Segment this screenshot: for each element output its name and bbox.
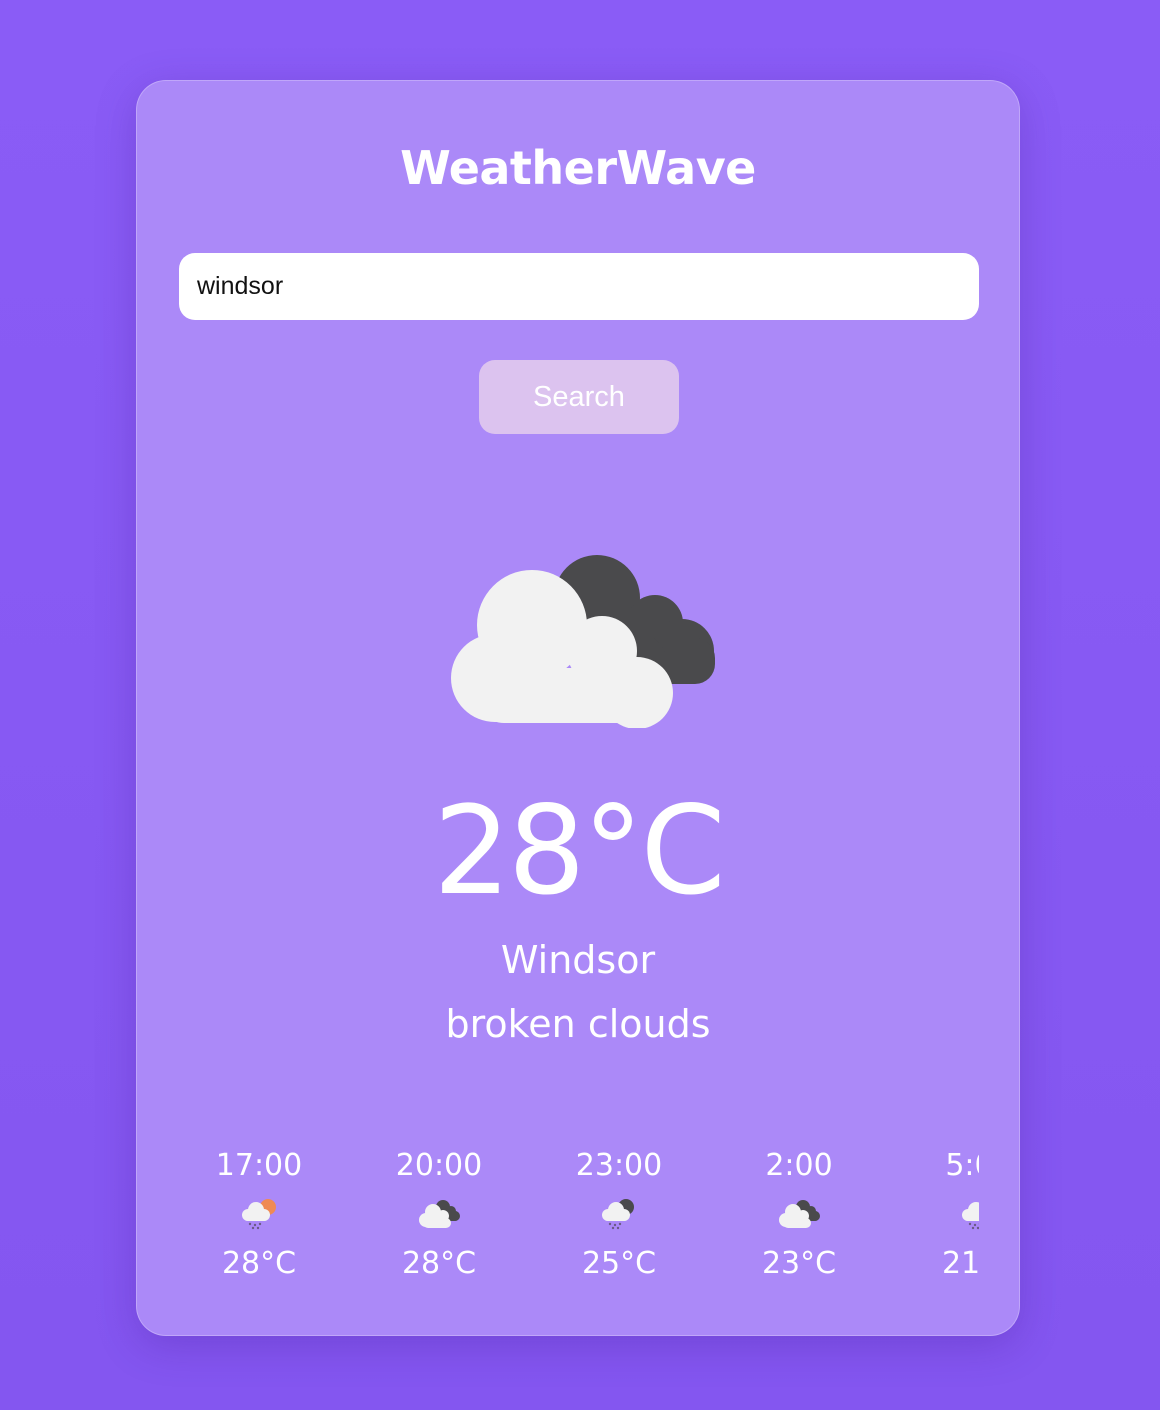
rain-cloud-icon xyxy=(962,1202,979,1230)
hourly-item: 20:00 28°C xyxy=(359,1146,519,1284)
broken-clouds-icon xyxy=(779,1200,820,1228)
hourly-time: 5:00 xyxy=(945,1148,979,1183)
search-input[interactable] xyxy=(179,253,979,320)
hourly-item: 2:00 23°C xyxy=(719,1146,879,1284)
hourly-time: 2:00 xyxy=(765,1148,833,1183)
hourly-forecast[interactable]: 17:00 28°C 20:00 28°C 23:00 25°C 2:00 23… xyxy=(179,1146,979,1306)
hourly-time: 23:00 xyxy=(575,1148,663,1183)
hourly-item: 23:00 25°C xyxy=(539,1146,699,1284)
rain-sun-icon xyxy=(242,1199,276,1230)
hourly-temp: 25°C xyxy=(581,1246,657,1281)
broken-clouds-icon xyxy=(419,1200,460,1228)
weather-card: WeatherWave Search 28°C Windsor broken c… xyxy=(136,80,1020,1336)
hourly-time: 20:00 xyxy=(395,1148,483,1183)
hourly-item: 17:00 28°C xyxy=(179,1146,339,1284)
hourly-temp: 28°C xyxy=(401,1246,477,1281)
hourly-temp: 23°C xyxy=(761,1246,837,1281)
hourly-time: 17:00 xyxy=(215,1148,303,1183)
app-title: WeatherWave xyxy=(400,141,756,195)
hourly-temp: 28°C xyxy=(221,1246,297,1281)
city-name: Windsor xyxy=(500,938,656,982)
weather-description: broken clouds xyxy=(445,1002,711,1046)
rain-night-icon xyxy=(602,1199,634,1230)
hourly-temp: 21°C xyxy=(941,1246,979,1281)
broken-clouds-icon xyxy=(451,555,715,728)
search-button[interactable]: Search xyxy=(479,360,679,434)
hourly-item: 5:00 21°C xyxy=(899,1146,979,1284)
current-temperature: 28°C xyxy=(433,780,725,922)
